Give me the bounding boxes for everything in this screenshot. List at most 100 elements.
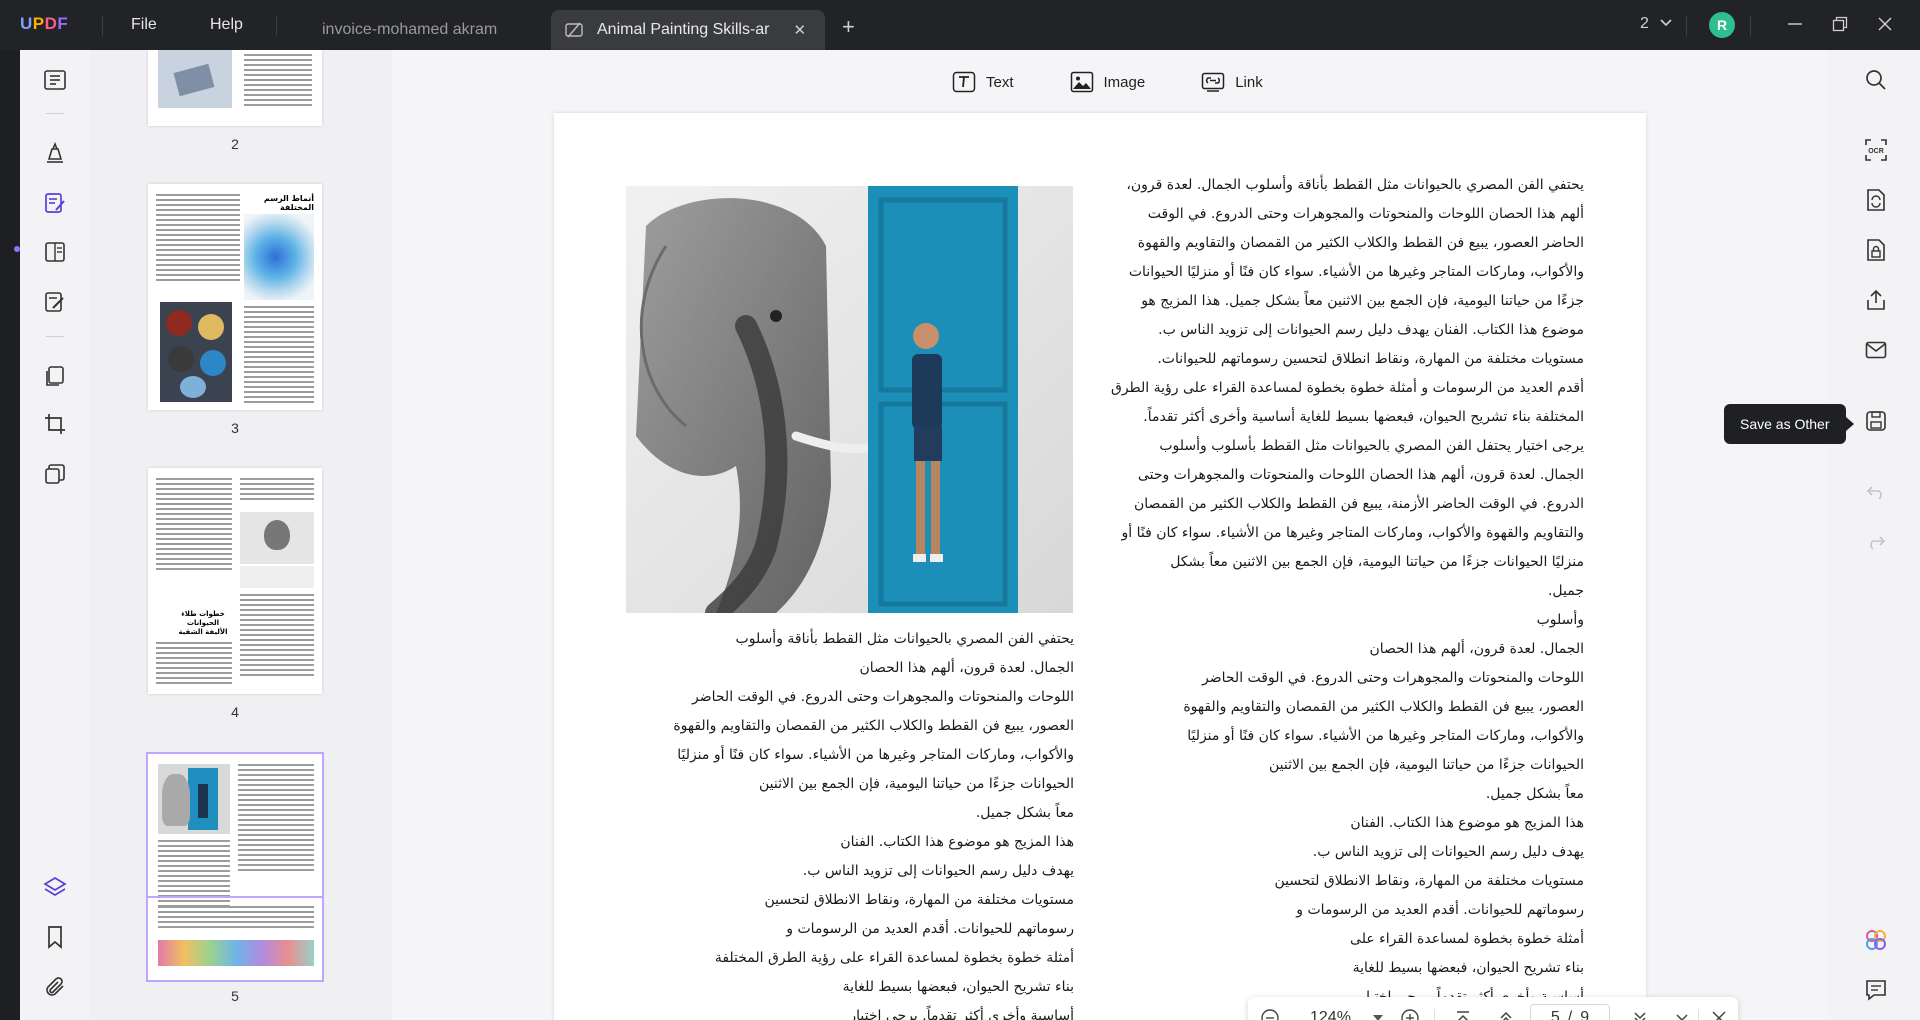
paragraph-line: موضوع هذا الكتاب. الفنان يهدف دليل رسم ا… — [1158, 322, 1584, 338]
tab-animal-painting[interactable]: Animal Painting Skills-ar ✕ — [551, 10, 825, 50]
thumbnail-image — [240, 566, 314, 588]
close-tab-icon[interactable]: ✕ — [794, 21, 807, 39]
paragraph-line: الحاضر العصور، يبيع فن القطط والكلاب الك… — [1137, 235, 1584, 251]
open-documents-count: 2 — [1640, 15, 1649, 32]
next-page-icon[interactable] — [1630, 1008, 1650, 1020]
edit-pdf-icon[interactable] — [42, 190, 68, 216]
comments-icon[interactable] — [1864, 978, 1888, 1002]
thumbnail-text-lines — [158, 906, 314, 931]
organize-pages-icon[interactable] — [42, 363, 68, 389]
previous-page-icon[interactable] — [1496, 1008, 1516, 1020]
minimize-icon[interactable] — [1784, 13, 1806, 35]
paragraph-line: يحتفي الفن المصري بالحيوانات مثل القطط ب… — [735, 631, 1074, 647]
save-as-other-tooltip: Save as Other — [1724, 404, 1853, 444]
layers-icon[interactable] — [42, 874, 68, 900]
paragraph-line: يهدف دليل رسم الحيوانات إلى تزويد الناس … — [802, 863, 1074, 879]
text-icon — [952, 71, 976, 93]
thumbnail-image — [158, 940, 314, 966]
user-avatar[interactable]: R — [1709, 12, 1735, 38]
help-menu[interactable]: Help — [210, 16, 243, 34]
first-page-icon[interactable] — [1453, 1008, 1473, 1020]
page-navigation-bar: 124% 5 / 9 — [1248, 997, 1738, 1020]
thumbnail-text-lines — [238, 764, 314, 874]
restore-icon[interactable] — [1829, 13, 1851, 35]
thumbnail-text-lines — [244, 54, 312, 109]
convert-pdf-icon[interactable] — [1864, 188, 1888, 212]
paragraph-line: الجمال. لعدة قرون، ألهم هذا الحصان اللوح… — [1137, 467, 1584, 483]
zoom-level[interactable]: 124% — [1310, 1009, 1351, 1020]
thumbnail-text-lines — [156, 194, 240, 284]
thumbnail-text-lines — [244, 306, 314, 406]
right-text-column[interactable]: يحتفي الفن المصري بالحيوانات مثل القطط ب… — [1110, 171, 1584, 1012]
divider — [1434, 1009, 1435, 1020]
left-text-column[interactable]: يحتفي الفن المصري بالحيوانات مثل القطط ب… — [644, 625, 1074, 1020]
link-icon — [1201, 72, 1225, 92]
divider — [46, 113, 64, 114]
current-page: 5 — [1550, 1009, 1560, 1020]
protect-pdf-icon[interactable] — [1864, 238, 1888, 262]
crop-pages-icon[interactable] — [42, 411, 68, 437]
page-thumbnail-5[interactable] — [146, 752, 324, 982]
paragraph-line: مستويات مختلفة من المهارة، ونقاط الانطلا… — [764, 892, 1074, 908]
last-page-icon[interactable] — [1672, 1008, 1692, 1020]
paragraph-line: مستويات مختلفة من المهارة، ونقاط الانطلا… — [1274, 873, 1584, 889]
add-image-button[interactable]: Image — [1070, 71, 1146, 93]
ocr-icon[interactable]: OCR — [1864, 138, 1888, 162]
page-tools-icon[interactable] — [42, 461, 68, 487]
zoom-out-icon[interactable] — [1260, 1008, 1280, 1020]
new-tab-button[interactable]: + — [842, 14, 855, 40]
open-documents-dropdown[interactable]: 2 — [1640, 15, 1673, 33]
fill-sign-icon[interactable] — [42, 289, 68, 315]
comment-highlighter-icon[interactable] — [42, 140, 68, 166]
paragraph-line: والأكواب، وماركات المتاجر وغيرها من الأش… — [1187, 728, 1584, 744]
attachment-icon[interactable] — [42, 974, 68, 1000]
add-image-label: Image — [1103, 73, 1146, 91]
tab-invoice[interactable]: invoice-mohamed akram — [300, 10, 550, 50]
undo-icon[interactable] — [1864, 480, 1888, 504]
page-thumbnail-3[interactable]: أنماط الرسم المختلفة — [148, 184, 322, 410]
redo-icon[interactable] — [1864, 530, 1888, 554]
zoom-dropdown-icon[interactable] — [1368, 1008, 1388, 1020]
elephant-mural-photo[interactable] — [626, 186, 1073, 613]
zoom-in-icon[interactable] — [1400, 1008, 1420, 1020]
title-bar: UPDF File Help invoice-mohamed akram Ani… — [0, 0, 1920, 50]
reader-mode-icon[interactable] — [42, 67, 68, 93]
thumbnail-page-number: 5 — [231, 988, 239, 1004]
add-link-button[interactable]: Link — [1201, 71, 1263, 93]
add-link-label: Link — [1235, 73, 1263, 91]
page-number-input[interactable]: 5 / 9 — [1530, 1004, 1610, 1020]
close-navigation-icon[interactable] — [1709, 1008, 1729, 1020]
add-text-button[interactable]: Text — [952, 71, 1014, 93]
thumbnail-image — [240, 512, 314, 564]
thumbnail-heading: خطوات طلاء الحيوانات الأليفة الشقية — [178, 610, 228, 636]
share-icon[interactable] — [1864, 288, 1888, 312]
tab-label: Animal Painting Skills-ar — [597, 21, 770, 38]
save-as-other-icon[interactable] — [1864, 409, 1888, 433]
email-icon[interactable] — [1864, 338, 1888, 362]
paragraph-line: ألهم هذا الحصان اللوحات والمنحوتات والمج… — [1147, 206, 1584, 222]
search-icon[interactable] — [1864, 68, 1888, 92]
paragraph-line: المختلفة بناء تشريح الحيوان، فبعضها بسيط… — [1143, 409, 1584, 425]
file-menu[interactable]: File — [131, 16, 157, 34]
divider — [1750, 16, 1751, 36]
thumbnail-image — [158, 50, 232, 108]
paragraph-line: اللوحات والمنحوتات والمجوهرات وحتى الدرو… — [692, 689, 1074, 705]
ai-assistant-icon[interactable] — [1864, 928, 1888, 952]
paragraph-line: جزءًا من حياتنا اليومية، فإن الجمع بين ا… — [1141, 293, 1584, 309]
paragraph-line: أقدم العديد من الرسومات و أمثلة خطوة بخط… — [1110, 380, 1584, 396]
thumbnail-page-number: 4 — [231, 704, 239, 720]
page-layout-icon[interactable] — [42, 239, 68, 265]
paragraph-line: والأكواب، وماركات المتاجر وغيرها من الأش… — [677, 747, 1074, 763]
paragraph-line: رسوماتهم للحيوانات. أقدم العديد من الرسو… — [786, 921, 1074, 937]
ocr-label: OCR — [1868, 148, 1884, 155]
close-window-icon[interactable] — [1874, 13, 1896, 35]
bookmark-icon[interactable] — [42, 924, 68, 950]
page-thumbnail-2[interactable] — [148, 50, 322, 126]
chevron-down-icon — [1660, 19, 1672, 27]
paragraph-line: أمثلة خطوة بخطوة لمساعدة القراء على رؤية… — [714, 950, 1074, 966]
paragraph-line: بناء تشريح الحيوان، فبعضها بسيط للغاية — [1352, 960, 1584, 976]
thumbnail-image — [160, 302, 232, 402]
updf-logo: UPDF — [20, 14, 69, 33]
paragraph-line: الحيوانات جزءًا من حياتنا اليومية، فإن ا… — [758, 776, 1074, 792]
page-thumbnail-4[interactable]: خطوات طلاء الحيوانات الأليفة الشقية — [148, 468, 322, 694]
